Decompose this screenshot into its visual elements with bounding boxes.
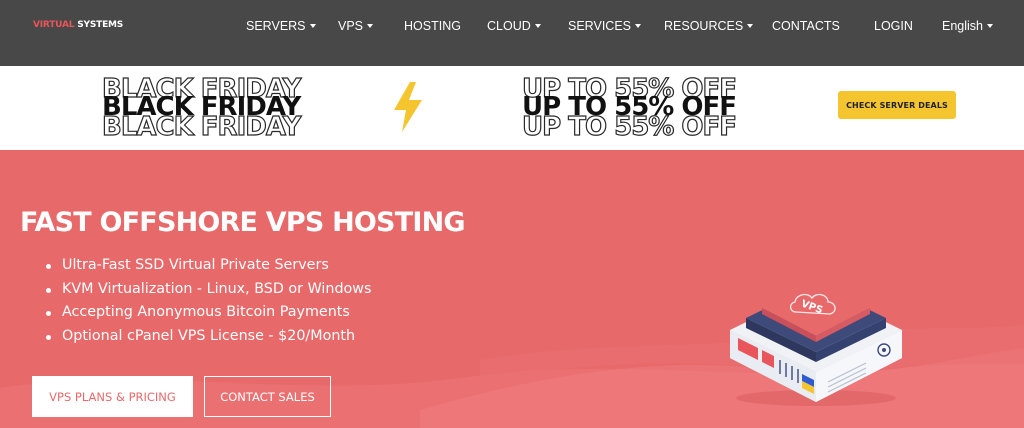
nav-item-label: SERVICES [568, 19, 631, 33]
vps-plans-pricing-button[interactable]: VPS PLANS & PRICING [32, 376, 193, 417]
nav-item-label: HOSTING [404, 19, 461, 33]
language-selector[interactable]: English [942, 19, 993, 35]
nav-item-vps[interactable]: VPS [338, 19, 374, 35]
vps-server-illustration: VPS [730, 280, 902, 406]
nav-item-label: SERVERS [246, 19, 306, 33]
chevron-down-icon [309, 23, 316, 28]
logo[interactable]: VIRTUAL SYSTEMS [33, 20, 123, 30]
nav-item-cloud[interactable]: CLOUD [487, 19, 541, 35]
feature-item: Accepting Anonymous Bitcoin Payments [44, 301, 371, 325]
logo-part-systems: SYSTEMS [74, 20, 124, 30]
feature-item: Optional cPanel VPS License - $20/Month [44, 325, 371, 349]
chevron-down-icon [367, 23, 374, 28]
nav-item-contacts[interactable]: CONTACTS [772, 19, 840, 35]
nav-item-label: CLOUD [487, 19, 531, 33]
lightning-bolt-icon [394, 82, 422, 132]
feature-text: Ultra-Fast SSD Virtual Private Servers [62, 257, 329, 273]
nav-item-servers[interactable]: SERVERS [246, 19, 316, 35]
black-friday-heading: BLACK FRIDAY BLACK FRIDAY BLACK FRIDAY [100, 66, 310, 150]
contact-sales-button[interactable]: CONTACT SALES [204, 376, 331, 417]
hero-section: FAST OFFSHORE VPS HOSTING Ultra-Fast SSD… [0, 150, 1024, 428]
feature-list: Ultra-Fast SSD Virtual Private Servers K… [44, 254, 371, 348]
chevron-down-icon [534, 23, 541, 28]
chevron-down-icon [635, 23, 641, 28]
logo-part-virtual: VIRTUAL [33, 20, 75, 30]
chevron-down-icon [987, 23, 993, 28]
hero-title: FAST OFFSHORE VPS HOSTING [20, 207, 466, 238]
feature-text: KVM Virtualization - Linux, BSD or Windo… [62, 280, 372, 297]
nav-item-hosting[interactable]: HOSTING [404, 19, 461, 35]
feature-text: Accepting Anonymous Bitcoin Payments [62, 304, 350, 320]
nav-item-label: CONTACTS [772, 19, 840, 33]
check-server-deals-button[interactable]: CHECK SERVER DEALS [838, 91, 956, 119]
chevron-down-icon [747, 23, 754, 28]
discount-heading: UP TO 55% OFF UP TO 55% OFF UP TO 55% OF… [520, 66, 740, 150]
bullet-icon [46, 287, 51, 293]
feature-item: Ultra-Fast SSD Virtual Private Servers [44, 254, 371, 278]
nav-item-resources[interactable]: RESOURCES [664, 19, 754, 35]
login-label: LOGIN [874, 19, 913, 33]
bullet-icon [46, 334, 51, 340]
feature-text: Optional cPanel VPS License - $20/Month [62, 327, 356, 344]
feature-item: KVM Virtualization - Linux, BSD or Windo… [44, 278, 371, 302]
bullet-icon [46, 264, 51, 269]
black-friday-title: BLACK FRIDAY [102, 92, 301, 122]
nav-item-label: VPS [338, 19, 364, 33]
login-link[interactable]: LOGIN [874, 19, 913, 35]
nav-item-services[interactable]: SERVICES [568, 19, 641, 35]
language-label: English [942, 19, 983, 33]
promo-banner: BLACK FRIDAY BLACK FRIDAY BLACK FRIDAY U… [0, 66, 1024, 150]
discount-title: UP TO 55% OFF [522, 92, 737, 122]
bullet-icon [46, 311, 51, 316]
nav-item-label: RESOURCES [664, 19, 744, 33]
top-navigation: VIRTUAL SYSTEMS SERVERS VPS HOSTING CLOU… [0, 0, 1024, 66]
